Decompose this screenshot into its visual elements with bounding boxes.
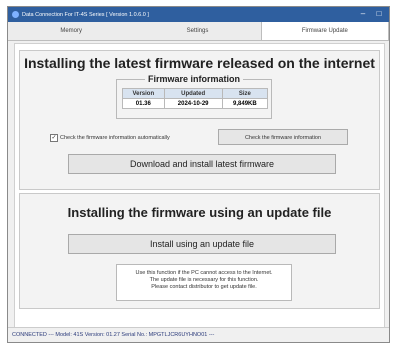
firmware-info-title: Firmware information <box>144 74 243 84</box>
tab-settings[interactable]: Settings <box>134 22 260 40</box>
tab-bar: Memory Settings Firmware Update <box>8 22 389 41</box>
app-icon <box>12 11 19 18</box>
auto-check-checkbox[interactable]: ✓ <box>50 134 58 142</box>
tab-memory[interactable]: Memory <box>8 22 134 40</box>
note-line-1: Use this function if the PC cannot acces… <box>135 270 273 276</box>
check-firmware-button[interactable]: Check the firmware information <box>218 129 348 145</box>
title-bar: Data Connection For IT-4S Series [ Versi… <box>8 7 389 22</box>
download-install-button[interactable]: Download and install latest firmware <box>68 154 336 174</box>
updated-value: 2024-10-29 <box>163 98 223 109</box>
firmware-info-group: Firmware information Version Updated Siz… <box>116 74 272 119</box>
version-value: 01.36 <box>122 98 165 109</box>
firmware-update-page: Installing the latest firmware released … <box>14 43 385 328</box>
firmware-info-table: Version Updated Size 01.36 2024-10-29 9,… <box>122 88 269 109</box>
tab-firmware-update[interactable]: Firmware Update <box>260 22 389 40</box>
auto-check-option[interactable]: ✓ Check the firmware information automat… <box>50 134 170 142</box>
column-size: Size <box>221 88 269 99</box>
status-bar: CONNECTED --- Model: 41S Version: 01.27 … <box>8 327 389 342</box>
internet-update-panel: Installing the latest firmware released … <box>19 50 380 190</box>
auto-check-label: Check the firmware information automatic… <box>60 135 170 141</box>
note-line-3: Please contact distributor to get update… <box>151 284 257 290</box>
size-value: 9,849KB <box>221 98 269 109</box>
file-update-heading: Installing the firmware using an update … <box>67 205 332 220</box>
window-title: Data Connection For IT-4S Series [ Versi… <box>22 11 149 18</box>
column-version: Version <box>122 88 165 99</box>
minimize-button[interactable]: – <box>357 9 369 19</box>
update-file-note: Use this function if the PC cannot acces… <box>116 264 292 301</box>
maximize-button[interactable]: □ <box>373 9 385 19</box>
app-window: Data Connection For IT-4S Series [ Versi… <box>7 6 390 343</box>
file-update-panel: Installing the firmware using an update … <box>19 193 380 309</box>
install-update-file-button[interactable]: Install using an update file <box>68 234 336 254</box>
note-line-2: The update file is necessary for this fu… <box>149 277 259 283</box>
column-updated: Updated <box>163 88 223 99</box>
